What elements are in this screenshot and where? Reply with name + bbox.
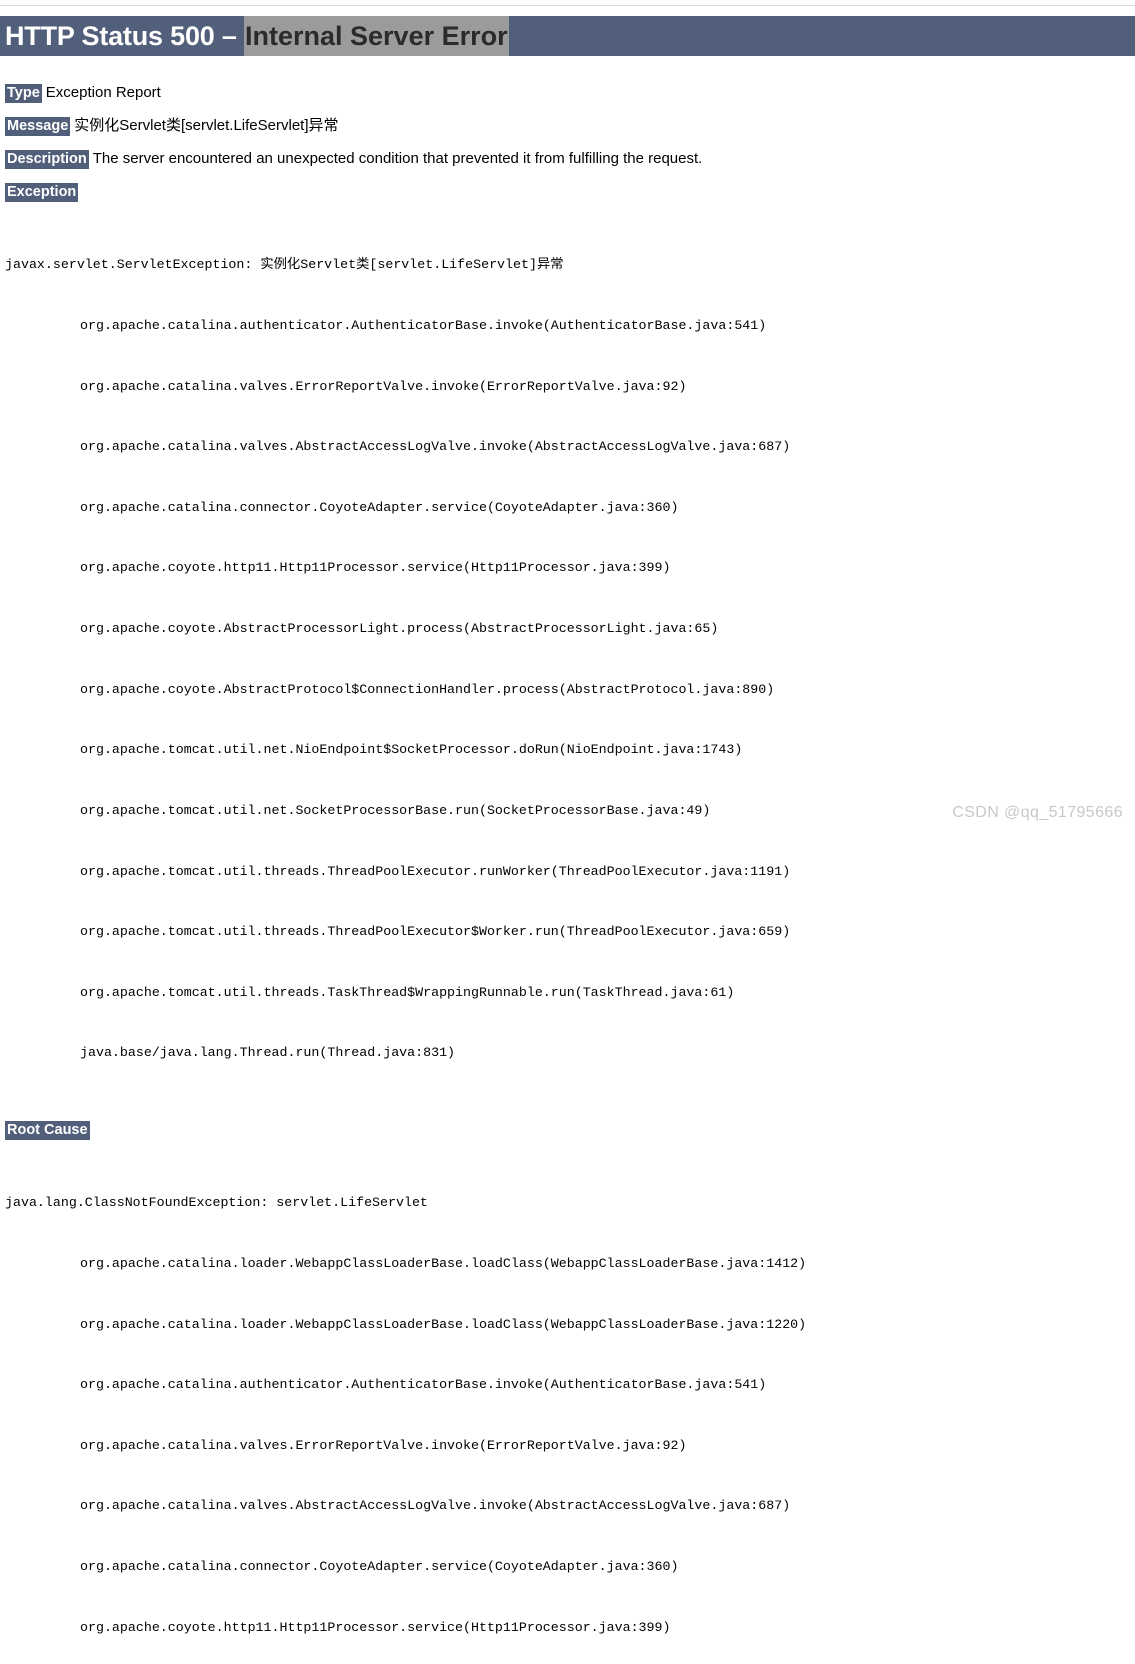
exception-trace-header: javax.servlet.ServletException: 实例化Servl… bbox=[5, 257, 564, 273]
stack-frame: org.apache.tomcat.util.net.NioEndpoint$S… bbox=[80, 742, 743, 758]
stack-frame: org.apache.catalina.connector.CoyoteAdap… bbox=[80, 1559, 679, 1574]
stack-frame: org.apache.catalina.connector.CoyoteAdap… bbox=[80, 499, 679, 515]
description-value: The server encountered an unexpected con… bbox=[92, 150, 703, 167]
stack-frame: org.apache.catalina.valves.ErrorReportVa… bbox=[80, 1437, 687, 1453]
stack-frame: org.apache.tomcat.util.threads.TaskThrea… bbox=[80, 984, 735, 1000]
message-value: 实例化Servlet类[servlet.LifeServlet]异常 bbox=[74, 117, 339, 134]
message-label: Message bbox=[5, 117, 71, 136]
csdn-watermark: CSDN @qq_51795666 bbox=[952, 804, 1123, 821]
root-cause-trace-header: java.lang.ClassNotFoundException: servle… bbox=[5, 1195, 428, 1211]
description-label: Description bbox=[5, 150, 89, 169]
stack-frame: org.apache.catalina.authenticator.Authen… bbox=[80, 318, 767, 334]
stack-frame: org.apache.catalina.authenticator.Authen… bbox=[80, 1377, 767, 1393]
root-cause-stack-trace: java.lang.ClassNotFoundException: servle… bbox=[0, 1153, 1135, 1664]
description-row: Description The server encountered an une… bbox=[0, 149, 1135, 169]
stack-frame: java.base/java.lang.Thread.run(Thread.ja… bbox=[80, 1045, 456, 1061]
http-status-header: HTTP Status 500 – Internal Server Error bbox=[0, 16, 1135, 56]
stack-frame: org.apache.coyote.AbstractProtocol$Conne… bbox=[80, 681, 775, 697]
stack-frame: org.apache.coyote.AbstractProcessorLight… bbox=[80, 621, 719, 637]
stack-frame: org.apache.tomcat.util.threads.ThreadPoo… bbox=[80, 863, 791, 879]
stack-frame: org.apache.catalina.valves.AbstractAcces… bbox=[80, 1498, 791, 1514]
stack-frame: org.apache.tomcat.util.threads.ThreadPoo… bbox=[80, 924, 791, 940]
stack-frame: org.apache.coyote.http11.Http11Processor… bbox=[80, 560, 671, 576]
stack-frame: org.apache.catalina.valves.AbstractAcces… bbox=[80, 439, 791, 455]
stack-frame: org.apache.catalina.loader.WebappClassLo… bbox=[80, 1255, 807, 1271]
type-value: Exception Report bbox=[45, 84, 161, 101]
http-status-code: HTTP Status 500 – bbox=[5, 21, 244, 51]
stack-frame: org.apache.catalina.valves.ErrorReportVa… bbox=[80, 378, 687, 394]
exception-stack-trace: javax.servlet.ServletException: 实例化Servl… bbox=[0, 215, 1135, 1104]
http-status-reason: Internal Server Error bbox=[244, 16, 509, 56]
error-report-page: HTTP Status 500 – Internal Server Error … bbox=[0, 0, 1135, 1664]
message-row: Message 实例化Servlet类[servlet.LifeServlet]异… bbox=[0, 116, 1135, 136]
root-cause-section-heading: Root Cause bbox=[0, 1120, 1135, 1140]
exception-label: Exception bbox=[5, 183, 79, 202]
stack-frame: org.apache.coyote.http11.Http11Processor… bbox=[80, 1619, 671, 1635]
type-row: Type Exception Report bbox=[0, 83, 1135, 103]
exception-section-heading: Exception bbox=[0, 183, 1135, 202]
root-cause-label: Root Cause bbox=[5, 1120, 90, 1140]
stack-frame: org.apache.catalina.loader.WebappClassLo… bbox=[80, 1316, 807, 1332]
type-label: Type bbox=[5, 84, 42, 103]
